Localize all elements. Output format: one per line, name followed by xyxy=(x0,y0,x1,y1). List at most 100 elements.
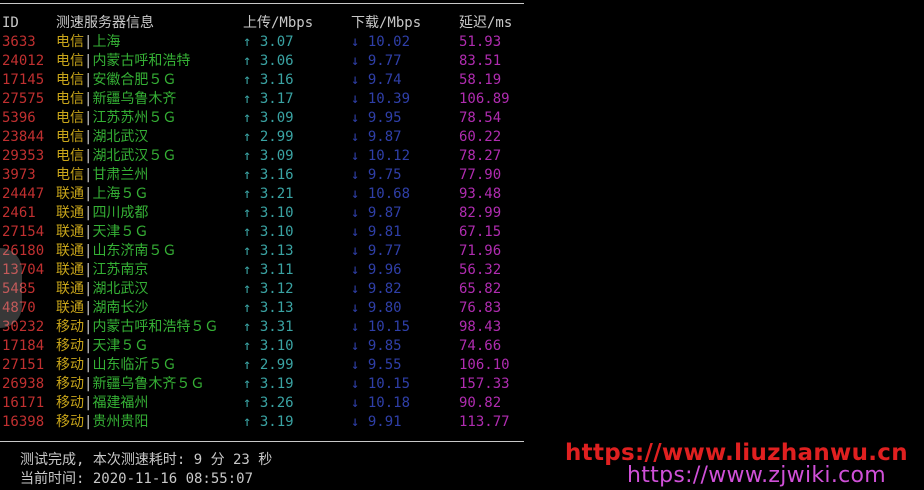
server-name: 联通|上海５Ｇ xyxy=(56,185,148,204)
arrow-up-icon: ↑ xyxy=(243,224,252,240)
download-speed: ↓ 10.39 xyxy=(351,90,410,109)
server-name: 联通|四川成都 xyxy=(56,204,148,223)
isp-name: 联通 xyxy=(56,300,84,316)
arrow-up-icon: ↑ xyxy=(243,186,252,202)
download-value: 9.85 xyxy=(367,338,402,354)
server-name: 电信|江苏苏州５Ｇ xyxy=(56,109,176,128)
server-name: 移动|福建福州 xyxy=(56,394,148,413)
download-speed: ↓ 9.95 xyxy=(351,109,402,128)
download-value: 9.91 xyxy=(367,414,402,430)
city-name: 安徽合肥５Ｇ xyxy=(92,72,177,88)
arrow-down-icon: ↓ xyxy=(351,91,360,107)
download-value: 9.74 xyxy=(367,72,402,88)
download-value: 9.87 xyxy=(367,129,402,145)
city-name: 四川成都 xyxy=(92,205,149,221)
download-speed: ↓ 10.15 xyxy=(351,318,410,337)
isp-name: 联通 xyxy=(56,243,84,259)
arrow-up-icon: ↑ xyxy=(243,167,252,183)
arrow-up-icon: ↑ xyxy=(243,357,252,373)
server-id: 17145 xyxy=(2,72,45,88)
scroll-indicator[interactable] xyxy=(0,248,22,328)
download-speed: ↓ 10.18 xyxy=(351,394,410,413)
arrow-up-icon: ↑ xyxy=(243,319,252,335)
download-value: 10.15 xyxy=(367,319,411,335)
arrow-down-icon: ↓ xyxy=(351,319,360,335)
server-id: 27154 xyxy=(2,224,45,240)
latency-value: 60.22 xyxy=(459,129,502,145)
isp-name: 电信 xyxy=(56,148,84,164)
upload-speed: ↑ 3.10 xyxy=(243,337,294,356)
server-name: 联通|湖南长沙 xyxy=(56,299,148,318)
server-id: 17184 xyxy=(2,338,45,354)
latency-value: 93.48 xyxy=(459,186,502,202)
server-id: 16171 xyxy=(2,395,45,411)
latency-value: 83.51 xyxy=(459,53,502,69)
isp-name: 移动 xyxy=(56,395,84,411)
arrow-down-icon: ↓ xyxy=(351,72,360,88)
arrow-down-icon: ↓ xyxy=(351,281,360,297)
arrow-up-icon: ↑ xyxy=(243,34,252,50)
download-speed: ↓ 9.80 xyxy=(351,299,402,318)
upload-speed: ↑ 3.09 xyxy=(243,147,294,166)
download-value: 9.82 xyxy=(367,281,402,297)
arrow-up-icon: ↑ xyxy=(243,338,252,354)
latency-value: 65.82 xyxy=(459,281,502,297)
header-id: ID xyxy=(2,15,19,31)
city-name: 内蒙古呼和浩特５Ｇ xyxy=(92,319,219,335)
arrow-down-icon: ↓ xyxy=(351,167,360,183)
arrow-down-icon: ↓ xyxy=(351,53,360,69)
latency-value: 58.19 xyxy=(459,72,502,88)
arrow-up-icon: ↑ xyxy=(243,376,252,392)
upload-value: 3.10 xyxy=(259,205,294,221)
top-divider xyxy=(0,3,524,4)
download-speed: ↓ 9.74 xyxy=(351,71,402,90)
download-value: 9.95 xyxy=(367,110,402,126)
server-id: 3633 xyxy=(2,34,36,50)
upload-value: 3.19 xyxy=(259,414,294,430)
isp-name: 电信 xyxy=(56,129,84,145)
city-name: 湖北武汉 xyxy=(92,129,149,145)
latency-value: 51.93 xyxy=(459,34,502,50)
isp-name: 电信 xyxy=(56,34,84,50)
arrow-up-icon: ↑ xyxy=(243,262,252,278)
upload-speed: ↑ 3.16 xyxy=(243,71,294,90)
latency-value: 56.32 xyxy=(459,262,502,278)
download-speed: ↓ 9.85 xyxy=(351,337,402,356)
latency-value: 78.54 xyxy=(459,110,502,126)
upload-speed: ↑ 3.26 xyxy=(243,394,294,413)
download-value: 10.18 xyxy=(367,395,411,411)
isp-name: 移动 xyxy=(56,376,84,392)
upload-value: 3.10 xyxy=(259,224,294,240)
server-name: 移动|贵州贵阳 xyxy=(56,413,148,432)
city-name: 新疆乌鲁木齐５Ｇ xyxy=(92,376,205,392)
isp-name: 电信 xyxy=(56,110,84,126)
upload-value: 3.07 xyxy=(259,34,294,50)
arrow-up-icon: ↑ xyxy=(243,395,252,411)
city-name: 江苏苏州５Ｇ xyxy=(92,110,177,126)
city-name: 上海 xyxy=(92,34,121,50)
server-id: 24447 xyxy=(2,186,45,202)
download-value: 9.80 xyxy=(367,300,402,316)
isp-name: 电信 xyxy=(56,91,84,107)
download-value: 10.02 xyxy=(367,34,411,50)
server-name: 联通|天津５Ｇ xyxy=(56,223,148,242)
isp-name: 电信 xyxy=(56,72,84,88)
upload-value: 3.09 xyxy=(259,148,294,164)
isp-name: 联通 xyxy=(56,205,84,221)
download-value: 10.39 xyxy=(367,91,411,107)
city-name: 新疆乌鲁木齐 xyxy=(92,91,177,107)
arrow-down-icon: ↓ xyxy=(351,357,360,373)
upload-value: 2.99 xyxy=(259,129,294,145)
upload-value: 3.10 xyxy=(259,338,294,354)
server-name: 电信|上海 xyxy=(56,33,120,52)
server-name: 移动|山东临沂５Ｇ xyxy=(56,356,176,375)
server-id: 3973 xyxy=(2,167,36,183)
server-name: 移动|内蒙古呼和浩特５Ｇ xyxy=(56,318,218,337)
upload-speed: ↑ 3.16 xyxy=(243,166,294,185)
arrow-down-icon: ↓ xyxy=(351,148,360,164)
arrow-up-icon: ↑ xyxy=(243,148,252,164)
upload-value: 2.99 xyxy=(259,357,294,373)
city-name: 江苏南京 xyxy=(92,262,149,278)
upload-speed: ↑ 2.99 xyxy=(243,128,294,147)
bottom-divider xyxy=(0,441,524,442)
